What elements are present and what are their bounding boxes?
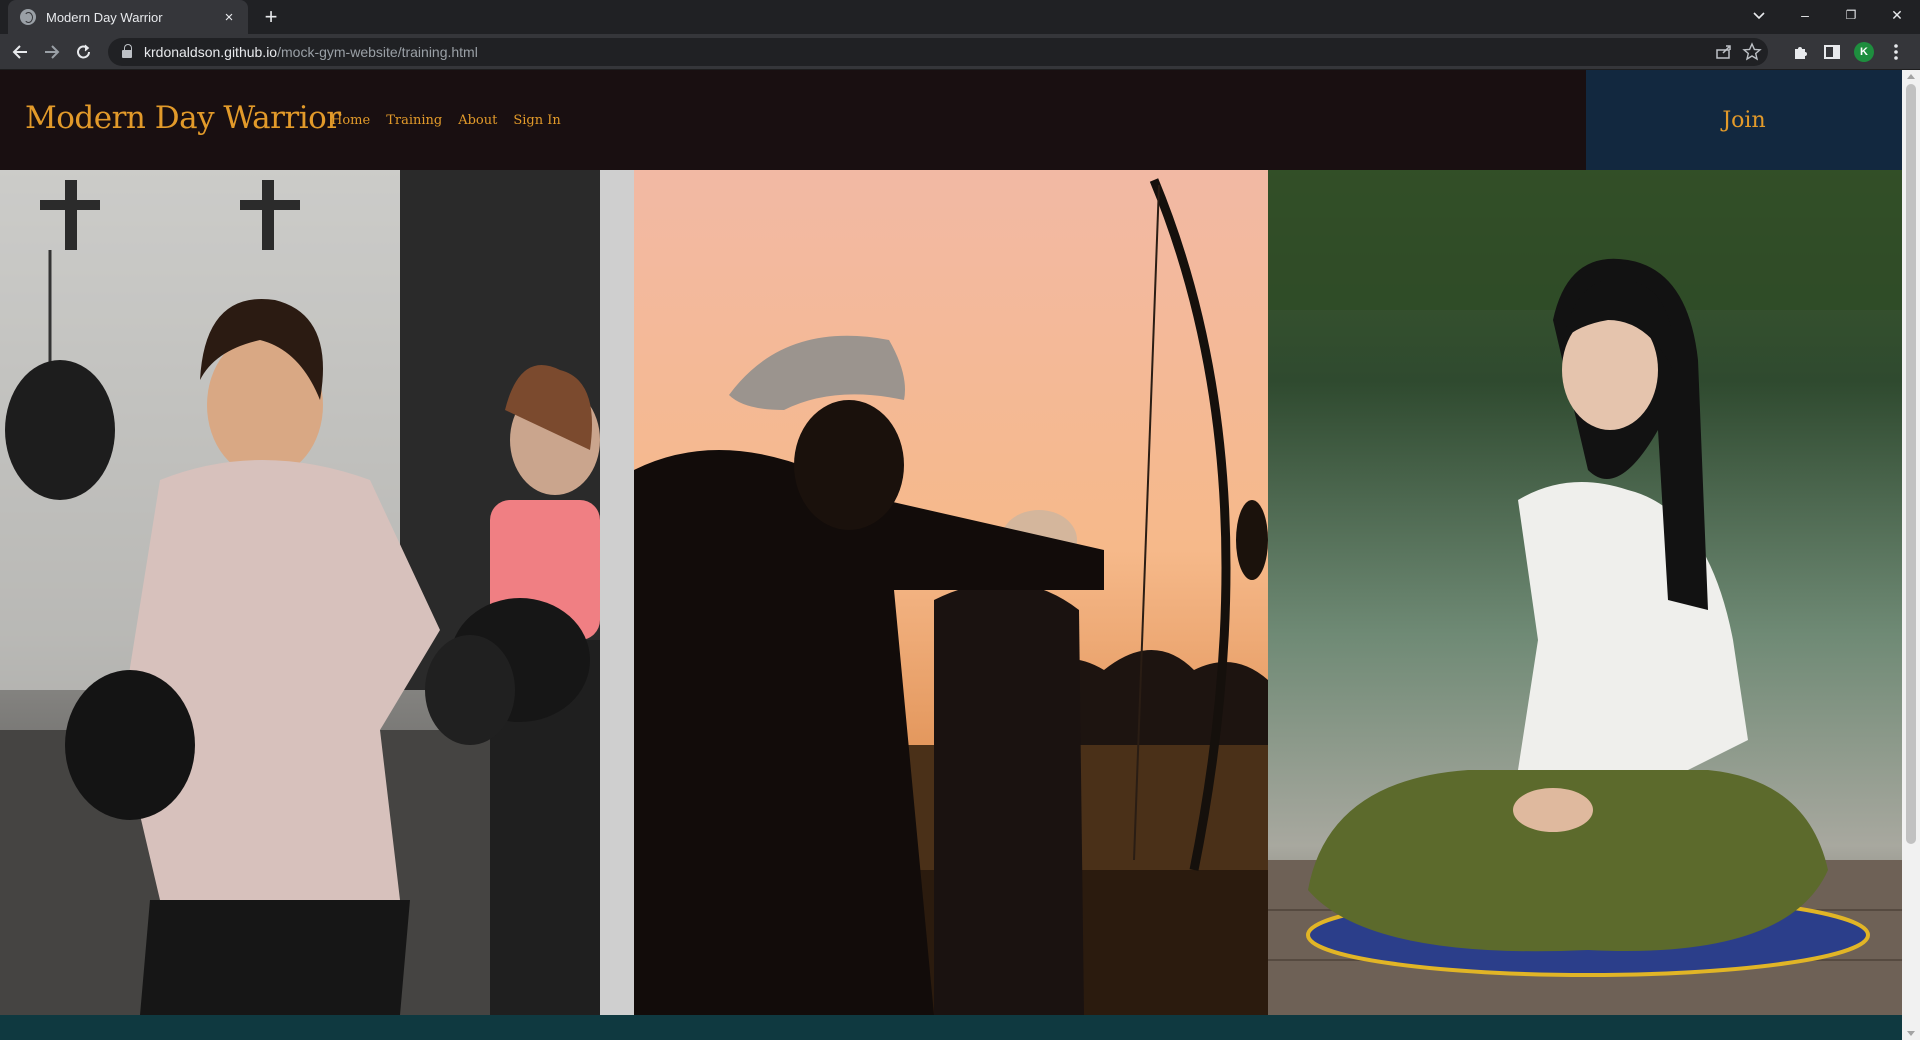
join-button[interactable]: Join [1586,70,1902,170]
page-viewport: Modern Day Warrior Home Training About S… [0,70,1920,1040]
menu-kebab-icon[interactable] [1882,38,1910,66]
training-gallery [0,170,1902,1015]
chevron-down-icon [1753,12,1765,20]
nav-about-link[interactable]: About [458,113,497,128]
tab-search-button[interactable] [1744,2,1774,30]
globe-icon [20,9,36,25]
tab-strip: Modern Day Warrior × + – ❐ ✕ [0,0,1920,34]
nav-training-link[interactable]: Training [386,113,442,128]
avatar: K [1854,42,1874,62]
scroll-down-arrow-icon[interactable] [1907,1031,1915,1036]
restore-button[interactable]: ❐ [1828,0,1874,30]
page-scrollbar[interactable] [1902,70,1920,1040]
lock-icon [122,44,132,58]
nav-home-link[interactable]: Home [331,113,370,128]
share-icon[interactable] [1714,42,1738,62]
main-nav: Home Training About Sign In [331,113,561,128]
new-tab-button[interactable]: + [258,4,284,30]
scrollbar-thumb[interactable] [1906,84,1916,844]
site-header: Modern Day Warrior Home Training About S… [0,70,1902,170]
boxing-photo [0,170,634,1015]
nav-signin-link[interactable]: Sign In [513,113,560,128]
address-bar[interactable]: krdonaldson.github.io/mock-gym-website/t… [108,38,1768,66]
reload-icon [77,44,90,59]
reload-button[interactable] [70,38,98,66]
profile-button[interactable]: K [1850,38,1878,66]
close-window-button[interactable]: ✕ [1874,0,1920,30]
url-path: /mock-gym-website/training.html [277,44,478,60]
forward-button[interactable] [38,38,66,66]
tab-title: Modern Day Warrior [46,9,163,25]
bookmark-star-icon[interactable] [1742,42,1766,62]
browser-toolbar: krdonaldson.github.io/mock-gym-website/t… [0,34,1920,70]
archery-photo [634,170,1268,1015]
site-logo[interactable]: Modern Day Warrior [25,100,341,136]
browser-tab[interactable]: Modern Day Warrior × [8,0,248,34]
back-button[interactable] [6,38,34,66]
footer-band [0,1015,1902,1040]
back-arrow-icon [12,45,27,59]
tab-close-icon[interactable]: × [220,9,238,26]
forward-arrow-icon [45,45,60,59]
extensions-icon[interactable] [1786,38,1814,66]
side-panel-icon[interactable] [1818,38,1846,66]
url-host: krdonaldson.github.io [144,44,278,60]
meditation-photo [1268,170,1902,1015]
minimize-button[interactable]: – [1782,0,1828,30]
scroll-up-arrow-icon[interactable] [1907,74,1915,79]
